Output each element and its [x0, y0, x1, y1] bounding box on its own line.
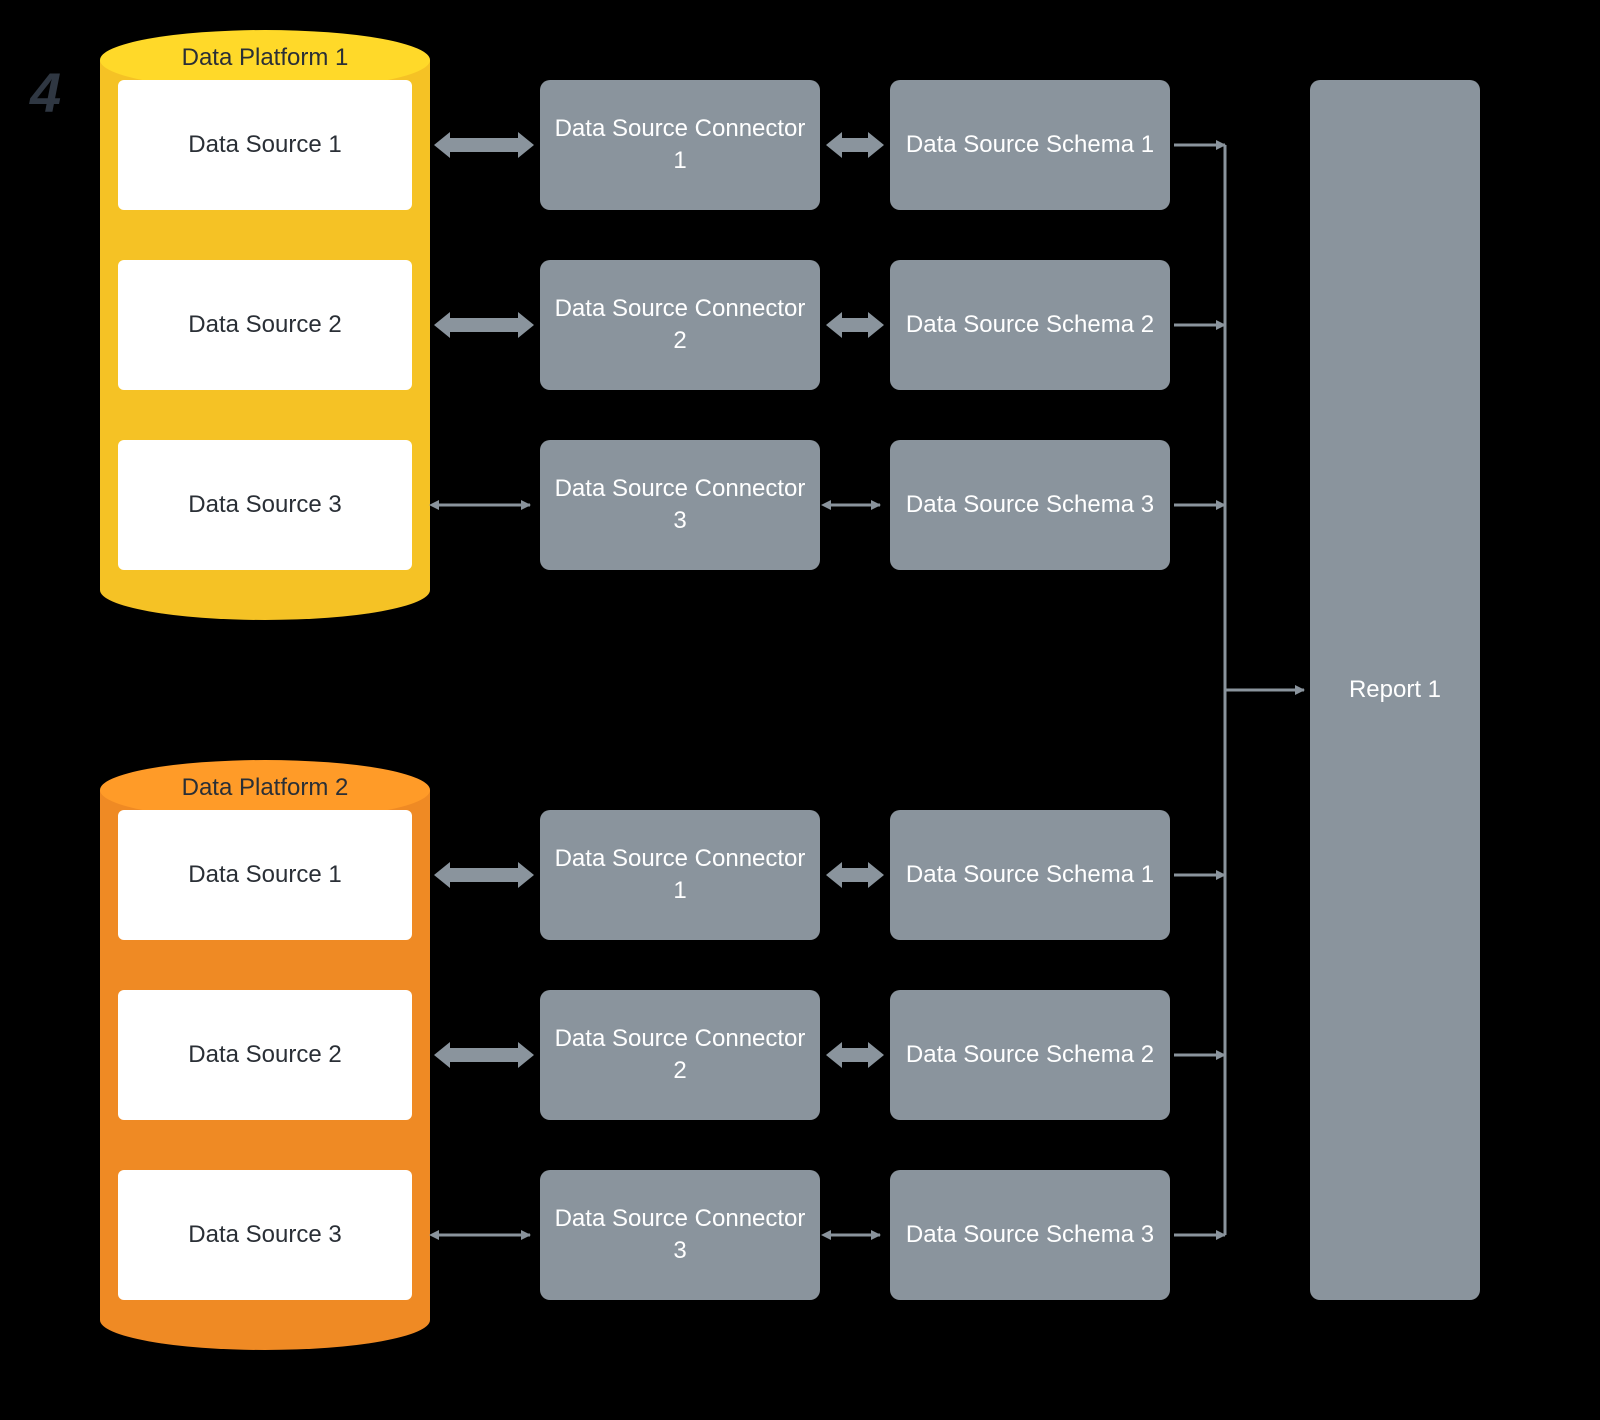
arrow-layer: [0, 0, 1600, 1420]
